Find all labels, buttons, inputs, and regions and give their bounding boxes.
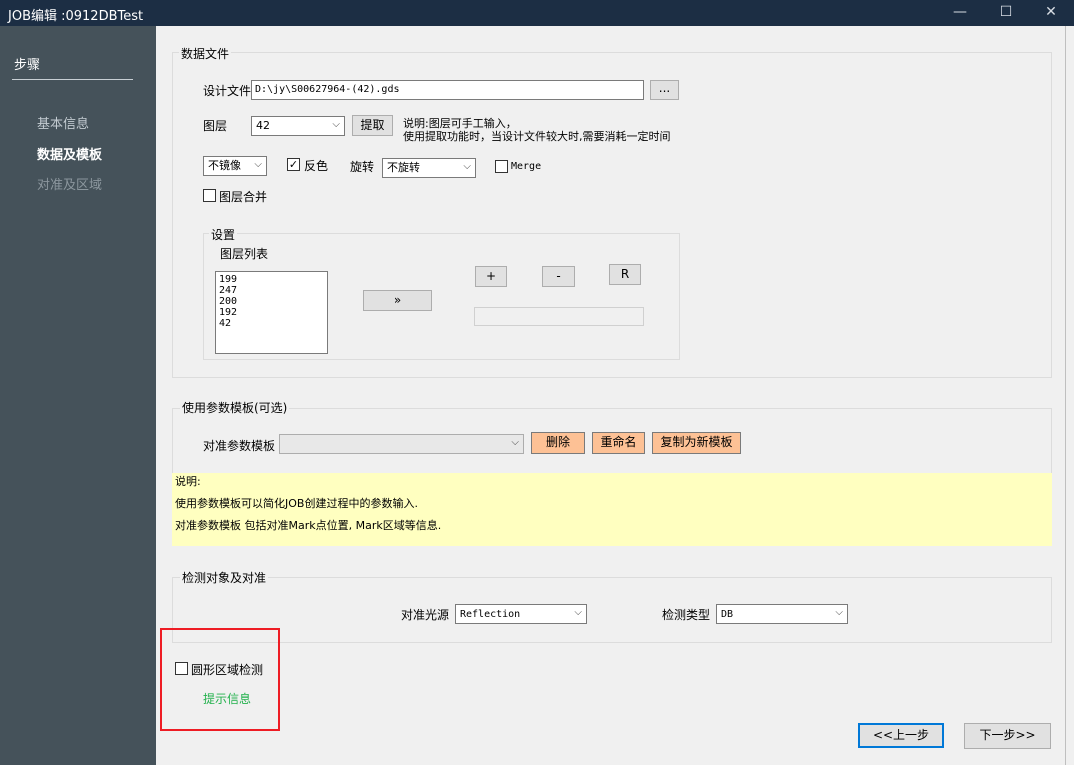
next-step-button[interactable]: 下一步>> bbox=[964, 723, 1051, 749]
rotate-select[interactable]: 不旋转 ⌵ bbox=[382, 158, 476, 178]
detect-type-label: 检测类型 bbox=[662, 608, 711, 622]
scroll-edge bbox=[1065, 26, 1074, 765]
rotate-select-value: 不旋转 bbox=[387, 161, 420, 174]
layer-list-label: 图层列表 bbox=[220, 247, 269, 261]
minimize-icon[interactable]: — bbox=[937, 0, 983, 26]
chevron-down-icon: ⌵ bbox=[835, 607, 843, 618]
chevron-down-icon: ⌵ bbox=[574, 607, 582, 618]
chevron-down-icon: ⌵ bbox=[463, 161, 471, 172]
template-group-label: 使用参数模板(可选) bbox=[180, 399, 290, 416]
close-icon[interactable]: ✕ bbox=[1028, 0, 1074, 26]
title-bar: JOB编辑 :0912DBTest — ☐ ✕ bbox=[0, 0, 1074, 26]
layer-merge-checkbox[interactable] bbox=[203, 189, 216, 202]
light-source-select[interactable]: Reflection ⌵ bbox=[455, 604, 587, 624]
light-source-label: 对准光源 bbox=[401, 608, 450, 622]
list-item[interactable]: 42 bbox=[219, 318, 324, 329]
detect-group-label: 检测对象及对准 bbox=[180, 569, 269, 586]
maximize-icon[interactable]: ☐ bbox=[983, 0, 1029, 26]
rotate-label: 旋转 bbox=[350, 160, 375, 174]
steps-header: 步骤 bbox=[14, 58, 41, 73]
note-line1: 说明: bbox=[175, 475, 201, 488]
window-title: JOB编辑 :0912DBTest bbox=[8, 9, 144, 24]
note-line2: 使用参数模板可以简化JOB创建过程中的参数输入. bbox=[175, 497, 418, 510]
design-file-input[interactable]: D:\jy\S00627964-(42).gds bbox=[251, 80, 644, 100]
hint-message: 提示信息 bbox=[203, 692, 252, 706]
delete-template-button[interactable]: 删除 bbox=[531, 432, 585, 454]
step-data-template[interactable]: 数据及模板 bbox=[37, 144, 102, 163]
transfer-button[interactable]: » bbox=[363, 290, 432, 311]
mirror-select[interactable]: 不镜像 ⌵ bbox=[203, 156, 267, 176]
settings-group-label: 设置 bbox=[209, 226, 238, 243]
align-template-label: 对准参数模板 bbox=[203, 439, 276, 453]
mirror-select-value: 不镜像 bbox=[208, 159, 241, 172]
data-file-group-label: 数据文件 bbox=[179, 45, 232, 62]
layer-listbox[interactable]: 199 247 200 192 42 bbox=[215, 271, 328, 354]
detect-group bbox=[172, 577, 1052, 643]
circle-region-label: 圆形区域检测 bbox=[191, 663, 264, 677]
note-line3: 对准参数模板 包括对准Mark点位置, Mark区域等信息. bbox=[175, 519, 442, 532]
remove-layer-button[interactable]: - bbox=[542, 266, 575, 287]
extract-button[interactable]: 提取 bbox=[352, 115, 393, 136]
check-icon: ✓ bbox=[288, 158, 299, 171]
circle-region-checkbox[interactable] bbox=[175, 662, 188, 675]
layer-select[interactable]: 42 ⌵ bbox=[251, 116, 345, 136]
copy-template-button[interactable]: 复制为新模板 bbox=[652, 432, 741, 454]
rename-template-button[interactable]: 重命名 bbox=[592, 432, 645, 454]
merge-label: Merge bbox=[511, 161, 542, 172]
list-item[interactable]: 247 bbox=[219, 285, 324, 296]
list-item[interactable]: 192 bbox=[219, 307, 324, 318]
steps-sidebar: 步骤 基本信息 数据及模板 对准及区域 bbox=[0, 26, 156, 765]
list-item[interactable]: 199 bbox=[219, 274, 324, 285]
align-template-select[interactable]: ⌵ bbox=[279, 434, 524, 454]
design-file-label: 设计文件 bbox=[203, 84, 252, 98]
merge-checkbox[interactable] bbox=[495, 160, 508, 173]
chevron-down-icon: ⌵ bbox=[332, 119, 340, 130]
steps-divider bbox=[12, 79, 133, 80]
layer-merge-label: 图层合并 bbox=[219, 190, 268, 204]
light-source-value: Reflection bbox=[460, 609, 521, 620]
template-note: 说明: 使用参数模板可以简化JOB创建过程中的参数输入. 对准参数模板 包括对准… bbox=[172, 473, 1052, 546]
step-align-region[interactable]: 对准及区域 bbox=[37, 174, 102, 193]
invert-checkbox[interactable]: ✓ bbox=[287, 158, 300, 171]
add-layer-button[interactable]: + bbox=[475, 266, 507, 287]
chevron-down-icon: ⌵ bbox=[511, 437, 519, 448]
detect-type-select[interactable]: DB ⌵ bbox=[716, 604, 848, 624]
layer-label: 图层 bbox=[203, 119, 228, 133]
reset-layer-button[interactable]: R bbox=[609, 264, 641, 285]
layer-note-line2: 使用提取功能时，当设计文件较大时,需要消耗一定时间 bbox=[403, 130, 671, 143]
prev-step-button[interactable]: <<上一步 bbox=[858, 723, 944, 748]
list-item[interactable]: 200 bbox=[219, 296, 324, 307]
step-basic-info[interactable]: 基本信息 bbox=[37, 113, 89, 132]
highlight-box bbox=[160, 628, 280, 731]
detect-type-value: DB bbox=[721, 609, 734, 620]
invert-label: 反色 bbox=[304, 159, 329, 173]
chevron-down-icon: ⌵ bbox=[254, 159, 262, 170]
browse-button[interactable]: ... bbox=[650, 80, 679, 100]
layer-edit-field[interactable] bbox=[474, 307, 644, 326]
layer-select-value: 42 bbox=[256, 119, 270, 132]
